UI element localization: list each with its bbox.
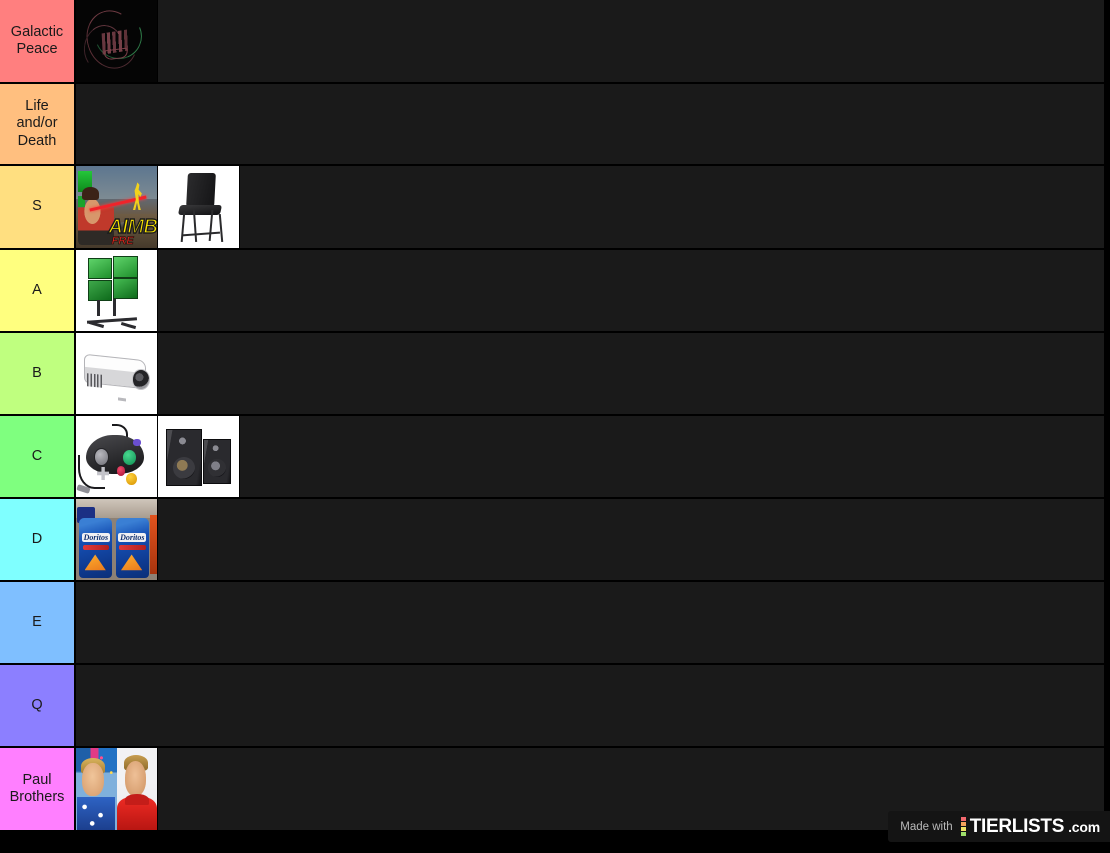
tier-item-gamecube-controller[interactable] (76, 416, 158, 497)
tier-row: B (0, 333, 1104, 416)
tier-label[interactable]: C (0, 416, 76, 497)
doritos-wordmark: Doritos (118, 532, 147, 542)
tier-row: E (0, 582, 1104, 665)
tier-label[interactable]: B (0, 333, 76, 414)
tier-items-dropzone[interactable] (76, 665, 1104, 746)
tier-item-white-projector[interactable] (76, 333, 158, 414)
doritos-bags-image: Doritos Doritos (76, 499, 157, 580)
doritos-wordmark: Doritos (81, 532, 110, 542)
gamecube-controller-image (76, 416, 157, 497)
tier-label[interactable]: Life and/or Death (0, 84, 76, 164)
tier-items-dropzone[interactable] (76, 582, 1104, 663)
tier-item-bookshelf-speakers[interactable] (158, 416, 240, 497)
tier-label[interactable]: A (0, 250, 76, 331)
tier-label[interactable]: Paul Brothers (0, 748, 76, 830)
tierlists-bar-2 (960, 827, 966, 831)
tierlists-domain-suffix: .com (1068, 818, 1100, 835)
tier-row: Life and/or Death (0, 84, 1104, 166)
tier-items-dropzone[interactable]: Doritos Doritos (76, 499, 1104, 580)
tierlists-logo: TIERLISTS .com (960, 816, 1100, 837)
tierlists-bar-3 (960, 832, 966, 836)
tierlists-watermark[interactable]: Made with TIERLISTS .com (888, 811, 1110, 842)
tierlists-bar-0 (960, 817, 966, 821)
bookshelf-speakers-image (158, 416, 239, 497)
made-with-label: Made with (900, 820, 953, 833)
tier-items-dropzone[interactable] (76, 416, 1104, 497)
tier-label[interactable]: D (0, 499, 76, 580)
tier-item-neon-outline-artwork[interactable] (76, 0, 158, 82)
tier-item-fortnite-aimbot-thumbnail[interactable]: AIMB FRE (76, 166, 158, 248)
tier-row: D Doritos Doritos (0, 499, 1104, 582)
tier-row: C (0, 416, 1104, 499)
tierlists-bars-icon (960, 817, 966, 836)
tierlists-bar-1 (960, 822, 966, 826)
tier-row: A (0, 250, 1104, 333)
tier-item-doritos-bags[interactable]: Doritos Doritos (76, 499, 158, 580)
tier-item-video-wall-display[interactable] (76, 250, 158, 331)
tier-list: Galactic Peace Life and/or Death S AIMB FRE A… (0, 0, 1104, 832)
tier-items-dropzone[interactable]: AIMB FRE (76, 166, 1104, 248)
tier-label[interactable]: S (0, 166, 76, 248)
tier-label[interactable]: Galactic Peace (0, 0, 76, 82)
tier-label[interactable]: Q (0, 665, 76, 746)
logan-and-jake-paul-image (76, 748, 157, 830)
neon-outline-artwork-image (76, 0, 157, 82)
tier-items-dropzone[interactable] (76, 250, 1104, 331)
tier-items-dropzone[interactable] (76, 84, 1104, 164)
tier-item-logan-and-jake-paul[interactable] (76, 748, 158, 830)
tier-row: S AIMB FRE (0, 166, 1104, 250)
white-projector-image (76, 333, 157, 414)
tier-row: Q (0, 665, 1104, 748)
tier-row: Galactic Peace (0, 0, 1104, 84)
tier-label[interactable]: E (0, 582, 76, 663)
black-chair-image (158, 166, 239, 248)
tier-items-dropzone[interactable] (76, 333, 1104, 414)
fortnite-aimbot-thumbnail-image: AIMB FRE (76, 166, 157, 248)
tier-items-dropzone[interactable] (76, 0, 1104, 82)
tier-item-black-chair[interactable] (158, 166, 240, 248)
tierlists-brand-text: TIERLISTS (969, 816, 1065, 837)
video-wall-display-image (76, 250, 157, 331)
